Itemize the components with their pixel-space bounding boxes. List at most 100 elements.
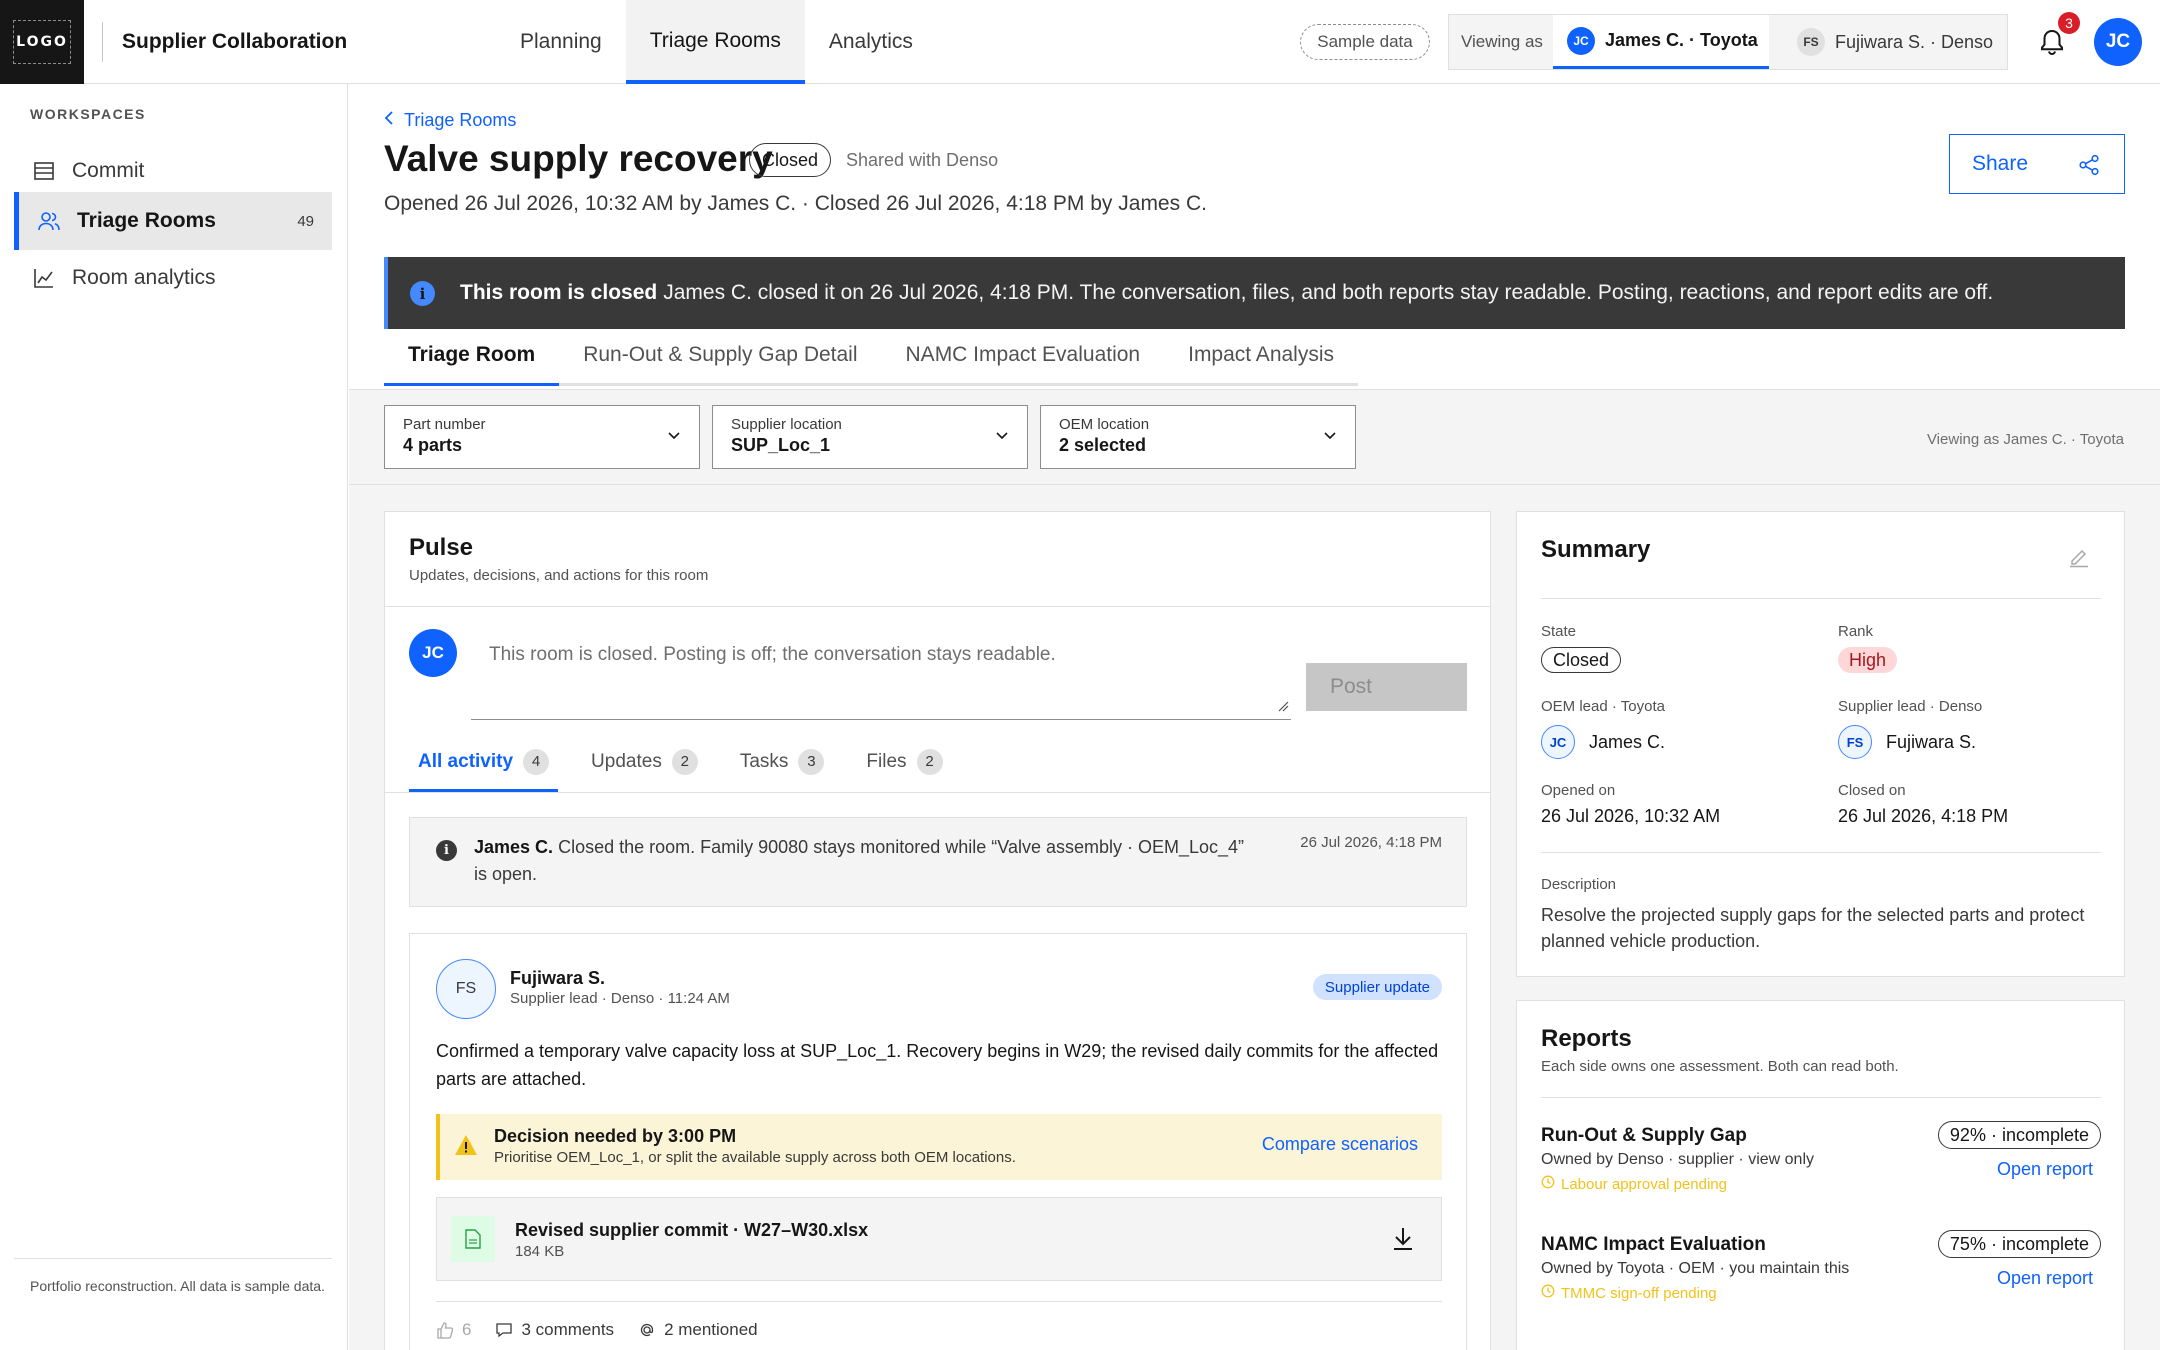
system-note-author: James C.	[474, 837, 554, 857]
compare-scenarios-link[interactable]: Compare scenarios	[1262, 1134, 1418, 1155]
file-size: 184 KB	[515, 1243, 565, 1260]
persona-fujiwara[interactable]: FS Fujiwara S. · Denso	[1789, 15, 1999, 69]
status-badge: Closed	[749, 143, 832, 177]
tab-label: Updates	[591, 750, 662, 772]
avatar: JC	[409, 629, 457, 677]
part-number-dropdown[interactable]: Part number 4 parts	[384, 405, 700, 469]
tab-label: All activity	[418, 750, 514, 772]
chart-line-icon	[32, 266, 56, 290]
tab-label: Tasks	[739, 750, 789, 772]
report-pending: Labour approval pending	[1541, 1175, 1727, 1193]
oem-location-dropdown[interactable]: OEM location 2 selected	[1040, 405, 1356, 469]
report-pending-text: TMMC sign-off pending	[1561, 1284, 1717, 1302]
nav-triage-rooms[interactable]: Triage Rooms	[625, 0, 805, 84]
download-icon[interactable]	[1391, 1226, 1415, 1257]
sidebar-item-room-analytics[interactable]: Room analytics	[14, 249, 332, 307]
sidebar-item-count: 49	[297, 212, 314, 230]
persona-avatar: FS	[1797, 28, 1825, 56]
report-owner: Owned by Denso · supplier · view only	[1541, 1151, 1815, 1168]
state-label: State	[1541, 623, 1577, 640]
tab-impact-analysis[interactable]: Impact Analysis	[1164, 330, 1359, 386]
table-icon	[32, 159, 56, 183]
shared-with-text: Shared with Denso	[846, 150, 999, 170]
post-actions: 6 3 comments 2 mentioned	[436, 1320, 782, 1340]
sidebar-item-label: Triage Rooms	[77, 209, 216, 232]
open-report-link[interactable]: Open report	[1997, 1268, 2093, 1289]
closed-on-value: 26 Jul 2026, 4:18 PM	[1838, 806, 2009, 826]
supplier-lead-name: Fujiwara S.	[1886, 731, 1977, 752]
filter-label: Supplier location	[731, 416, 842, 433]
avatar: JC	[1541, 725, 1575, 759]
reports-subtitle: Each side owns one assessment. Both can …	[1541, 1058, 1899, 1075]
reports-card: Reports Each side owns one assessment. B…	[1516, 1000, 2125, 1350]
user-avatar[interactable]: JC	[2094, 18, 2142, 66]
filter-value: 2 selected	[1059, 435, 1147, 455]
persona-james[interactable]: JC James C. · Toyota	[1553, 15, 1769, 69]
banner-text: James C. closed it on 26 Jul 2026, 4:18 …	[663, 281, 1994, 304]
share-button[interactable]: Share	[1949, 134, 2125, 194]
description-label: Description	[1541, 876, 1617, 893]
comments-button[interactable]: 3 comments	[495, 1320, 614, 1340]
state-badge: Closed	[1541, 647, 1622, 673]
page-title: Valve supply recovery	[384, 138, 773, 179]
rank-badge: High	[1838, 647, 1898, 673]
tab-tasks[interactable]: Tasks 3	[731, 734, 834, 792]
post-composer-textarea[interactable]: This room is closed. Posting is off; the…	[471, 618, 1291, 720]
system-note-text: James C. Closed the room. Family 90080 s…	[474, 834, 1254, 888]
open-report-link[interactable]: Open report	[1997, 1159, 2093, 1180]
tab-triage-room[interactable]: Triage Room	[384, 330, 560, 386]
activity-tabs: All activity 4 Updates 2 Tasks 3 Files 2	[409, 734, 976, 792]
report-pending: TMMC sign-off pending	[1541, 1284, 1717, 1302]
file-attachment[interactable]: Revised supplier commit · W27–W30.xlsx 1…	[436, 1197, 1442, 1281]
notification-badge: 3	[2058, 12, 2080, 34]
persona-switcher: Viewing as JC James C. · Toyota FS Fujiw…	[1448, 14, 2008, 70]
divider	[385, 792, 1490, 793]
tab-files[interactable]: Files 2	[857, 734, 951, 792]
report-pending-text: Labour approval pending	[1561, 1175, 1727, 1193]
mentions-button[interactable]: 2 mentioned	[638, 1320, 758, 1340]
tab-run-out-supply-gap[interactable]: Run-Out & Supply Gap Detail	[559, 330, 882, 386]
tab-count: 4	[523, 748, 550, 775]
nav-analytics[interactable]: Analytics	[805, 0, 937, 84]
post-button[interactable]: Post	[1306, 663, 1467, 711]
app-title[interactable]: Supplier Collaboration	[122, 0, 347, 84]
supplier-location-dropdown[interactable]: Supplier location SUP_Loc_1	[712, 405, 1028, 469]
like-button[interactable]: 6	[436, 1320, 471, 1340]
pulse-title: Pulse	[409, 534, 474, 561]
persona-avatar: JC	[1567, 26, 1595, 55]
sidebar: WORKSPACES Commit Triage Rooms 49 Room a…	[0, 84, 348, 1350]
breadcrumb[interactable]: Triage Rooms	[384, 110, 516, 131]
banner-title: This room is closed	[460, 281, 658, 304]
tab-panel: Part number 4 parts Supplier location SU…	[349, 389, 2160, 1350]
divider	[1541, 852, 2101, 853]
report-owner: Owned by Toyota · OEM · you maintain thi…	[1541, 1260, 1850, 1277]
sidebar-item-triage-rooms[interactable]: Triage Rooms 49	[14, 192, 332, 250]
pulse-card: Pulse Updates, decisions, and actions fo…	[384, 511, 1491, 1350]
logo[interactable]: LOGO	[0, 0, 84, 84]
filter-value: 4 parts	[403, 435, 463, 455]
tab-updates[interactable]: Updates 2	[582, 734, 707, 792]
tab-all-activity[interactable]: All activity 4	[409, 734, 559, 792]
info-icon: i	[410, 281, 435, 306]
thumbs-up-icon	[437, 1322, 454, 1339]
post-meta: Supplier lead · Denso · 11:24 AM	[510, 990, 730, 1007]
resize-handle-icon	[1277, 699, 1289, 717]
comment-icon	[496, 1323, 513, 1338]
sample-data-badge: Sample data	[1300, 24, 1430, 60]
tab-namc-impact-evaluation[interactable]: NAMC Impact Evaluation	[881, 330, 1165, 386]
sidebar-footer-note: Portfolio reconstruction. All data is sa…	[30, 1278, 325, 1294]
chevron-down-icon	[667, 428, 681, 447]
nav-planning[interactable]: Planning	[496, 0, 626, 84]
breadcrumb-link[interactable]: Triage Rooms	[404, 110, 516, 131]
description-text: Resolve the projected supply gaps for th…	[1541, 905, 2085, 951]
report-status-badge: 92% · incomplete	[1937, 1121, 2101, 1149]
comments-count: 3 comments	[521, 1320, 615, 1339]
mentions-count: 2 mentioned	[664, 1320, 758, 1339]
edit-icon[interactable]	[2068, 546, 2090, 573]
system-note-message: Closed the room. Family 90080 stays moni…	[474, 837, 1245, 884]
spreadsheet-file-icon	[451, 1216, 495, 1262]
decision-title: Decision needed by 3:00 PM	[494, 1126, 737, 1146]
clock-icon	[1541, 1284, 1555, 1302]
share-icon	[2078, 154, 2100, 182]
logo-text: LOGO	[13, 20, 71, 64]
